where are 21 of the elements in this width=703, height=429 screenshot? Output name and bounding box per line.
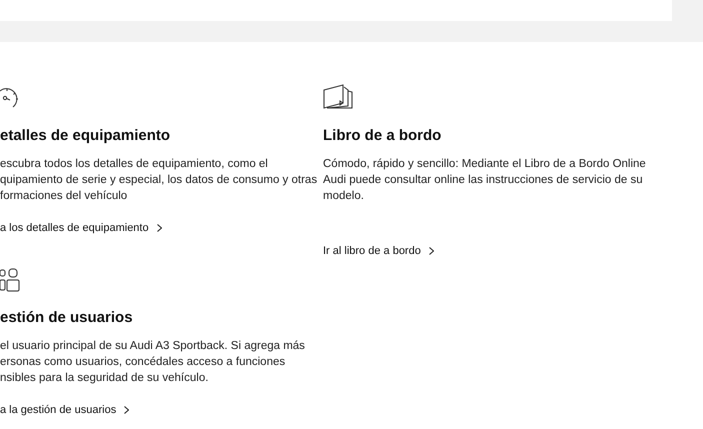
- card-link[interactable]: a los detalles de equipamiento: [0, 220, 323, 236]
- chevron-right-icon: [124, 406, 130, 414]
- card-title: Libro de a bordo: [323, 126, 442, 146]
- description-line: escubra todos los detalles de equipamiento, como el: [0, 157, 269, 172]
- description-line: nsibles para la seguridad de su vehículo.: [0, 371, 210, 386]
- description-line: quipamiento de serie y especial, los datos de consumo y otras: [0, 173, 318, 188]
- description-line: Audi puede consultar online las instrucciones de servicio de su: [323, 173, 644, 188]
- gauge-icon: [0, 88, 19, 110]
- card-link[interactable]: a la gestión de usuarios: [0, 402, 323, 418]
- description-line: modelo.: [323, 189, 365, 204]
- description-line: formaciones del vehículo: [0, 189, 128, 204]
- users-icon: [0, 268, 20, 292]
- description-line: Cómodo, rápido y sencillo: Mediante el Libro de a Bordo Online: [323, 157, 646, 172]
- card-link[interactable]: Ir al libro de a bordo: [323, 243, 646, 259]
- card-title: estión de usuarios: [0, 308, 134, 328]
- chevron-right-icon: [428, 247, 434, 255]
- description-line: el usuario principal de su Audi A3 Sportback. Si agrega más: [0, 339, 306, 354]
- description-line: ersonas como usuarios, concédales acceso a funciones: [0, 355, 286, 370]
- chevron-right-icon: [156, 224, 162, 232]
- card-title: etalles de equipamiento: [0, 126, 172, 146]
- book-icon: [323, 84, 353, 110]
